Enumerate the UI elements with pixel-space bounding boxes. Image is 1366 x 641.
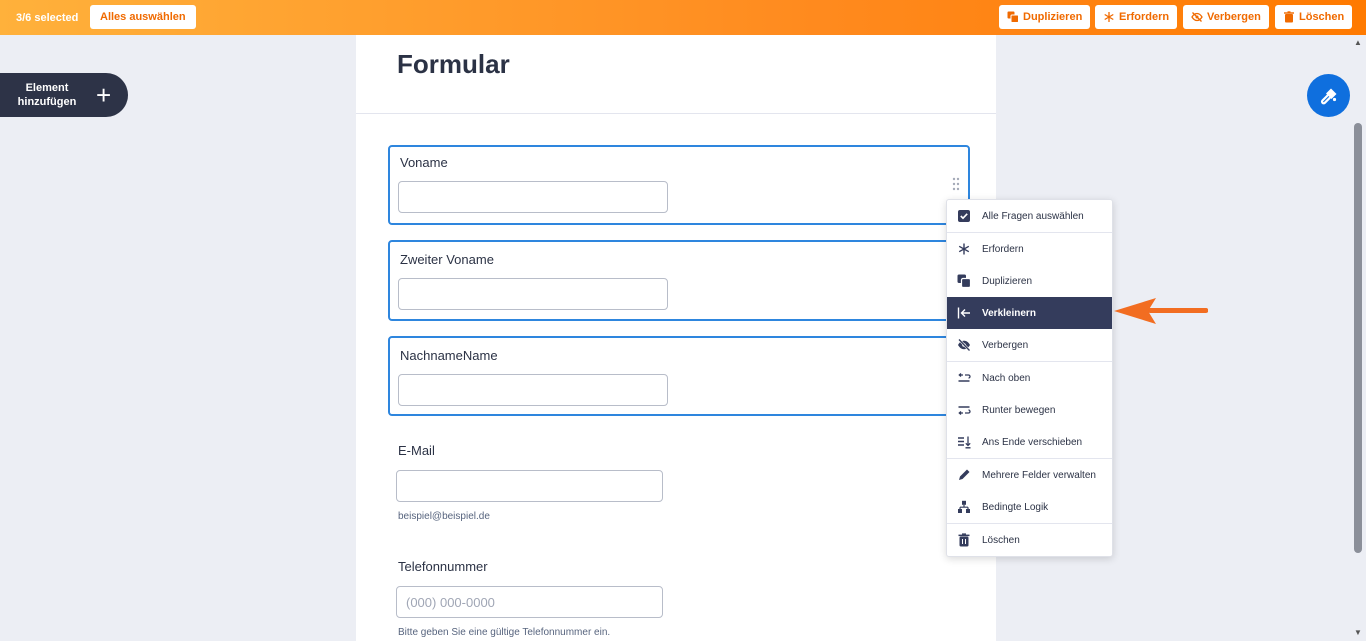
eye-off-icon [958,338,971,352]
asterisk-icon [1104,12,1114,22]
shrink-icon [957,307,970,319]
first-name-input[interactable] [398,181,668,213]
delete-label: Löschen [1299,11,1345,23]
menu-item-label: Alle Fragen auswählen [982,210,1084,222]
form-header: Formular [356,35,996,114]
field-label[interactable]: Voname [400,155,448,170]
field-context-menu: Alle Fragen auswählen Erfordern Duplizie… [946,199,1113,557]
field-last-name[interactable]: NachnameName [388,336,970,416]
field-label[interactable]: Telefonnummer [398,559,488,574]
menu-item-move-to-end[interactable]: Ans Ende verschieben [947,426,1112,458]
duplicate-button[interactable]: Duplizieren [999,5,1091,29]
orange-arrow-annotation [1114,298,1208,324]
menu-item-label: Verkleinern [982,307,1036,319]
menu-item-label: Bedingte Logik [982,501,1049,513]
checkbox-icon [958,210,970,222]
select-all-button[interactable]: Alles auswählen [90,5,196,29]
require-button[interactable]: Erfordern [1095,5,1178,29]
menu-item-label: Löschen [982,534,1020,546]
add-element-label: Element hinzufügen [17,82,77,108]
menu-item-select-all[interactable]: Alle Fragen auswählen [947,200,1112,232]
asterisk-icon [958,243,970,255]
field-label[interactable]: Zweiter Voname [400,252,494,267]
field-label[interactable]: NachnameName [400,348,498,363]
menu-item-delete[interactable]: Löschen [947,524,1112,556]
phone-input[interactable]: (000) 000-0000 [396,586,663,618]
selection-count: 3/6 selected [16,12,79,24]
form-title[interactable]: Formular [397,49,510,80]
menu-item-label: Duplizieren [982,275,1033,287]
drag-handle-icon[interactable] [952,177,960,191]
hide-button[interactable]: Verbergen [1183,5,1269,29]
trash-icon [1284,11,1294,23]
menu-item-move-down[interactable]: Runter bewegen [947,394,1112,426]
field-middle-name[interactable]: Zweiter Voname [388,240,970,321]
pencil-icon [959,469,970,480]
menu-item-duplicate[interactable]: Duplizieren [947,265,1112,297]
last-name-input[interactable] [398,374,668,406]
menu-item-move-up[interactable]: Nach oben [947,362,1112,394]
move-to-end-icon [958,436,971,449]
move-down-icon [958,406,971,415]
require-label: Erfordern [1119,11,1170,23]
middle-name-input[interactable] [398,278,668,310]
move-up-icon [958,373,971,382]
scroll-down-icon[interactable]: ▼ [1354,628,1362,637]
menu-item-shrink[interactable]: Verkleinern [947,297,1112,329]
menu-item-require[interactable]: Erfordern [947,233,1112,265]
field-first-name[interactable]: Voname [388,145,970,225]
eye-off-icon [1191,12,1203,22]
duplicate-label: Duplizieren [1023,11,1083,23]
scrollbar-thumb[interactable] [1354,123,1362,553]
menu-item-label: Ans Ende verschieben [982,436,1083,448]
trash-icon [958,533,970,547]
menu-item-label: Nach oben [982,372,1031,384]
plus-icon: + [96,80,112,110]
field-phone[interactable]: Telefonnummer (000) 000-0000 Bitte geben… [388,551,970,641]
hide-label: Verbergen [1207,11,1261,23]
menu-item-label: Runter bewegen [982,404,1056,416]
selection-toolbar: 3/6 selected Alles auswählen Duplizieren… [0,0,1366,35]
email-sublabel: beispiel@beispiel.de [398,511,490,522]
add-element-button[interactable]: Element hinzufügen + [0,73,128,117]
form-designer-button[interactable] [1307,74,1350,117]
phone-sublabel: Bitte geben Sie eine gültige Telefonnumm… [398,627,611,638]
field-email[interactable]: E-Mail beispiel@beispiel.de [388,435,970,535]
duplicate-icon [1007,11,1019,23]
duplicate-icon [957,274,971,288]
menu-item-manage-fields[interactable]: Mehrere Felder verwalten [947,459,1112,491]
paint-roller-icon [1320,88,1336,104]
field-label[interactable]: E-Mail [398,443,435,458]
form-card: Formular Voname Zweiter Voname NachnameN… [356,35,996,641]
menu-item-conditional-logic[interactable]: Bedingte Logik [947,491,1112,523]
email-input[interactable] [396,470,663,502]
menu-item-label: Erfordern [982,243,1024,255]
menu-item-label: Verbergen [982,339,1029,351]
menu-item-hide[interactable]: Verbergen [947,329,1112,361]
delete-button[interactable]: Löschen [1275,5,1353,29]
menu-item-label: Mehrere Felder verwalten [982,469,1096,481]
scroll-up-icon[interactable]: ▲ [1354,38,1362,47]
logic-icon [958,500,970,513]
